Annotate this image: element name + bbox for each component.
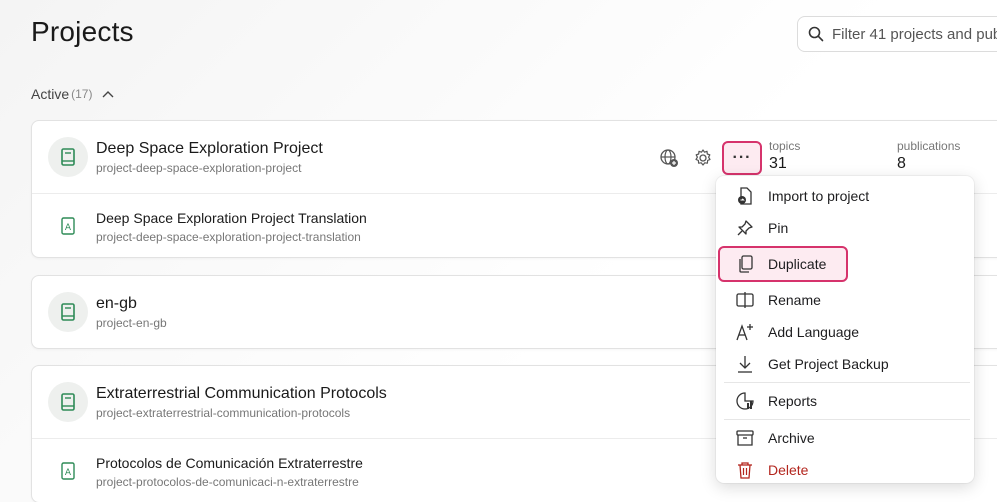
project-name[interactable]: Extraterrestrial Communication Protocols bbox=[96, 385, 387, 403]
menu-divider bbox=[724, 419, 970, 420]
section-count: (17) bbox=[71, 87, 93, 101]
publications-stat: publications 8 bbox=[897, 139, 960, 173]
menu-item-import[interactable]: Import to project bbox=[720, 180, 970, 212]
reports-icon bbox=[736, 392, 754, 410]
project-slug: project-extraterrestrial-communication-p… bbox=[96, 406, 351, 420]
menu-item-pin[interactable]: Pin bbox=[720, 212, 970, 244]
topics-value: 31 bbox=[769, 155, 787, 172]
globe-icon bbox=[660, 149, 678, 167]
menu-item-backup[interactable]: Get Project Backup bbox=[720, 348, 970, 380]
svg-text:A: A bbox=[65, 223, 72, 233]
translation-icon: A bbox=[48, 206, 88, 246]
section-active-header[interactable]: Active (17) bbox=[31, 86, 114, 102]
menu-item-rename[interactable]: Rename bbox=[720, 284, 970, 316]
filter-input[interactable] bbox=[832, 25, 997, 43]
add-language-icon bbox=[736, 323, 754, 341]
project-book-icon bbox=[48, 382, 88, 422]
menu-divider bbox=[724, 382, 970, 383]
rename-icon bbox=[736, 291, 754, 309]
trash-icon bbox=[736, 461, 754, 479]
more-options-button[interactable]: ··· bbox=[722, 141, 762, 175]
project-name[interactable]: Deep Space Exploration Project bbox=[96, 140, 323, 158]
duplicate-icon bbox=[736, 255, 754, 273]
search-icon bbox=[808, 26, 824, 42]
filter-projects-box[interactable] bbox=[797, 16, 997, 52]
project-slug: project-deep-space-exploration-project bbox=[96, 161, 302, 175]
topics-label: topics bbox=[769, 139, 801, 153]
publish-globe-button[interactable] bbox=[652, 143, 686, 173]
translation-slug: project-protocolos-de-comunicaci-n-extra… bbox=[96, 475, 359, 489]
download-icon bbox=[736, 355, 754, 373]
section-label: Active bbox=[31, 86, 70, 102]
import-icon bbox=[736, 187, 754, 205]
project-name[interactable]: en-gb bbox=[96, 295, 137, 313]
topics-stat: topics 31 bbox=[769, 139, 800, 173]
menu-item-add-language[interactable]: Add Language bbox=[720, 316, 970, 348]
page-title: Projects bbox=[31, 16, 134, 47]
translation-name[interactable]: Deep Space Exploration Project Translati… bbox=[96, 210, 367, 226]
gear-icon bbox=[695, 149, 711, 166]
translation-icon: A bbox=[48, 451, 88, 491]
menu-item-reports[interactable]: Reports bbox=[720, 385, 970, 417]
pin-icon bbox=[736, 219, 754, 237]
translation-name[interactable]: Protocolos de Comunicación Extraterrestr… bbox=[96, 455, 363, 471]
project-book-icon bbox=[48, 292, 88, 332]
menu-item-duplicate[interactable]: Duplicate bbox=[718, 246, 848, 282]
project-options-menu: Import to project Pin Duplicate Rename A… bbox=[716, 176, 974, 483]
svg-text:A: A bbox=[65, 468, 72, 478]
project-slug: project-en-gb bbox=[96, 316, 167, 330]
menu-item-delete[interactable]: Delete bbox=[720, 454, 970, 486]
publications-label: publications bbox=[897, 139, 961, 153]
archive-icon bbox=[736, 429, 754, 447]
menu-item-archive[interactable]: Archive bbox=[720, 422, 970, 454]
settings-button[interactable] bbox=[686, 143, 720, 173]
chevron-up-icon[interactable] bbox=[102, 90, 114, 98]
publications-value: 8 bbox=[897, 155, 906, 172]
project-book-icon bbox=[48, 137, 88, 177]
translation-slug: project-deep-space-exploration-project-t… bbox=[96, 230, 361, 244]
ellipsis-icon: ··· bbox=[732, 149, 752, 166]
